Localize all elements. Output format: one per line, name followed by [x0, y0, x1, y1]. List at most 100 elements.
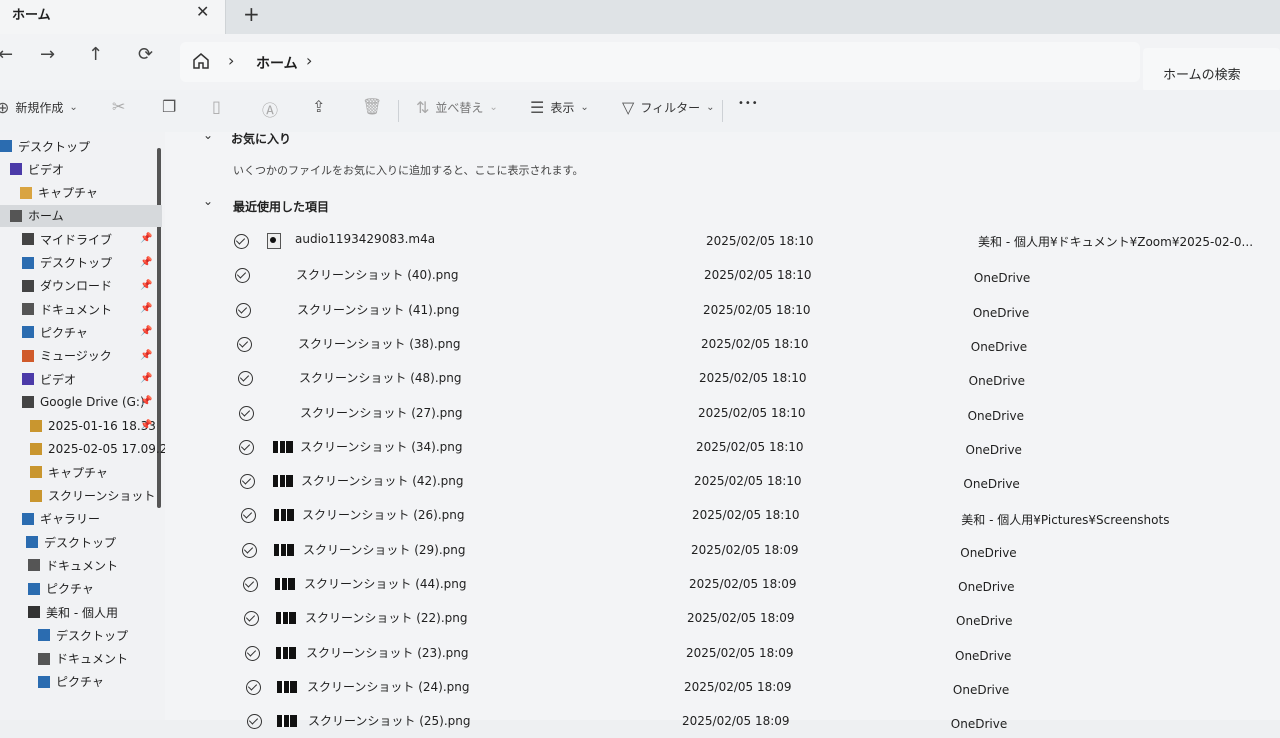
check-circle-icon[interactable]: [241, 508, 256, 524]
check-circle-icon[interactable]: [234, 234, 249, 249]
file-name[interactable]: スクリーンショット (24).png: [307, 678, 470, 695]
favorites-hint: いくつかのファイルをお気に入りに追加すると、ここに表示されます。: [233, 164, 584, 177]
file-name[interactable]: スクリーンショット (26).png: [302, 506, 465, 523]
file-name[interactable]: スクリーンショット (44).png: [304, 575, 467, 592]
paste-icon[interactable]: ▯: [212, 97, 221, 116]
sidebar-item[interactable]: ダウンロード: [22, 275, 112, 297]
file-name[interactable]: スクリーンショット (34).png: [300, 438, 463, 455]
breadcrumb-separator-icon[interactable]: ›: [306, 51, 312, 70]
file-name[interactable]: スクリーンショット (29).png: [303, 541, 466, 558]
sort-button[interactable]: ⇅ 並べ替え ⌄: [416, 98, 498, 117]
sidebar-item[interactable]: キャプチャ: [30, 461, 108, 483]
file-name[interactable]: スクリーンショット (22).png: [305, 609, 468, 626]
recent-file-row[interactable]: audio1193429083.m4a 2025/02/05 18:10 美和 - …: [165, 228, 1280, 258]
check-circle-icon[interactable]: [244, 611, 259, 627]
recent-file-row[interactable]: スクリーンショット (42).png 2025/02/05 18:10 OneDri…: [165, 468, 1280, 498]
share-icon[interactable]: ⇪: [312, 97, 325, 116]
home-icon[interactable]: [192, 52, 210, 70]
check-circle-icon[interactable]: [239, 405, 254, 421]
tab-home[interactable]: ホーム ✕: [0, 0, 226, 34]
address-bar[interactable]: › ホーム ›: [180, 42, 1140, 82]
sidebar-item[interactable]: ホーム: [0, 204, 162, 227]
chevron-down-icon: ⌄: [580, 102, 589, 113]
recent-file-row[interactable]: スクリーンショット (26).png 2025/02/05 18:10 美和 - 個…: [165, 502, 1280, 532]
recent-file-row[interactable]: スクリーンショット (41).png 2025/02/05 18:10 OneDri…: [165, 297, 1280, 327]
file-name[interactable]: スクリーンショット (40).png: [296, 266, 459, 283]
recent-file-row[interactable]: スクリーンショット (29).png 2025/02/05 18:09 OneDri…: [165, 537, 1280, 567]
check-circle-icon[interactable]: [245, 645, 260, 661]
recent-file-row[interactable]: スクリーンショット (40).png 2025/02/05 18:10 OneDri…: [165, 262, 1280, 292]
recent-file-row[interactable]: スクリーンショット (25).png 2025/02/05 18:09 OneDri…: [165, 708, 1280, 738]
forward-arrow-icon[interactable]: →: [40, 44, 55, 65]
file-name[interactable]: audio1193429083.m4a: [295, 232, 435, 246]
sidebar-item[interactable]: デスクトップ: [22, 252, 112, 274]
sidebar-item[interactable]: 美和 - 個人用: [28, 601, 118, 623]
sidebar-item[interactable]: ピクチャ: [38, 671, 104, 693]
check-circle-icon[interactable]: [239, 439, 254, 455]
sidebar-item[interactable]: 2025-02-05 17.09.27: [30, 438, 165, 460]
sidebar-item[interactable]: ギャラリー: [22, 508, 100, 530]
check-circle-icon[interactable]: [242, 542, 257, 558]
sidebar-item-label: マイドライブ: [40, 232, 113, 247]
delete-icon[interactable]: 🗑: [362, 97, 382, 116]
recent-file-row[interactable]: スクリーンショット (24).png 2025/02/05 18:09 OneDri…: [165, 674, 1280, 704]
recent-file-row[interactable]: スクリーンショット (34).png 2025/02/05 18:10 OneDri…: [165, 434, 1280, 464]
check-circle-icon[interactable]: [246, 679, 261, 695]
recent-file-row[interactable]: スクリーンショット (38).png 2025/02/05 18:10 OneDri…: [165, 331, 1280, 361]
check-circle-icon[interactable]: [236, 302, 251, 318]
sidebar-item[interactable]: デスクトップ: [38, 624, 128, 646]
recent-file-row[interactable]: スクリーンショット (27).png 2025/02/05 18:10 OneDri…: [165, 400, 1280, 430]
check-circle-icon[interactable]: [240, 474, 255, 490]
view-button[interactable]: ☰ 表示 ⌄: [530, 98, 589, 117]
refresh-icon[interactable]: ⟳: [138, 44, 153, 65]
back-arrow-icon[interactable]: ←: [0, 44, 13, 65]
sidebar-item[interactable]: ミュージック: [22, 345, 112, 367]
sidebar-item[interactable]: Google Drive (G:): [22, 391, 145, 413]
chevron-down-icon: ⌄: [489, 102, 498, 113]
recent-file-row[interactable]: スクリーンショット (48).png 2025/02/05 18:10 OneDri…: [165, 365, 1280, 395]
more-options-icon[interactable]: •••: [738, 98, 759, 109]
sidebar-item[interactable]: キャプチャ: [20, 182, 98, 204]
recent-file-row[interactable]: スクリーンショット (44).png 2025/02/05 18:09 OneDri…: [165, 571, 1280, 601]
recent-file-row[interactable]: スクリーンショット (22).png 2025/02/05 18:09 OneDri…: [165, 605, 1280, 635]
sidebar-item[interactable]: ビデオ: [10, 158, 64, 180]
new-tab-icon[interactable]: +: [243, 2, 260, 26]
check-circle-icon[interactable]: [247, 714, 262, 730]
file-name[interactable]: スクリーンショット (38).png: [298, 335, 461, 352]
file-name[interactable]: スクリーンショット (27).png: [300, 404, 463, 421]
sidebar-item[interactable]: デスクトップ: [0, 135, 90, 157]
breadcrumb-home[interactable]: ホーム: [256, 53, 298, 73]
sidebar-item[interactable]: ドキュメント: [38, 648, 128, 670]
sidebar-item[interactable]: ビデオ: [22, 368, 76, 390]
sidebar-item[interactable]: ピクチャ: [28, 578, 94, 600]
recent-file-row[interactable]: スクリーンショット (23).png 2025/02/05 18:09 OneDri…: [165, 640, 1280, 670]
sort-label: 並べ替え: [435, 101, 484, 115]
chevron-down-icon[interactable]: ⌄: [203, 128, 213, 142]
check-circle-icon[interactable]: [238, 371, 253, 387]
search-input[interactable]: ホームの検索: [1143, 48, 1280, 92]
sidebar-item[interactable]: ピクチャ: [22, 321, 88, 343]
sidebar-item[interactable]: ドキュメント: [28, 554, 118, 576]
file-name[interactable]: スクリーンショット (25).png: [308, 712, 471, 729]
sort-icon: ⇅: [416, 98, 430, 117]
sidebar-item[interactable]: スクリーンショット: [30, 485, 155, 507]
check-circle-icon[interactable]: [235, 268, 250, 284]
file-name[interactable]: スクリーンショット (23).png: [306, 644, 469, 661]
file-name[interactable]: スクリーンショット (41).png: [297, 301, 460, 318]
file-name[interactable]: スクリーンショット (48).png: [299, 369, 462, 386]
chevron-down-icon[interactable]: ⌄: [203, 194, 213, 208]
check-circle-icon[interactable]: [243, 577, 258, 592]
sidebar-item[interactable]: ドキュメント: [22, 298, 112, 320]
sidebar-item[interactable]: デスクトップ: [26, 531, 116, 553]
sidebar-item[interactable]: マイドライブ: [22, 228, 112, 250]
close-tab-icon[interactable]: ✕: [196, 2, 209, 21]
filter-button[interactable]: ▽ フィルター ⌄: [622, 98, 714, 117]
up-arrow-icon[interactable]: ↑: [88, 44, 103, 65]
new-button[interactable]: ⊕ 新規作成 ⌄: [0, 98, 78, 117]
sidebar-item[interactable]: 2025-01-16 18.33: [30, 415, 156, 437]
rename-icon[interactable]: Ⓐ: [262, 97, 278, 121]
copy-icon[interactable]: ❐: [162, 97, 176, 116]
check-circle-icon[interactable]: [237, 336, 252, 352]
file-name[interactable]: スクリーンショット (42).png: [301, 472, 464, 489]
cut-icon[interactable]: ✂: [112, 97, 125, 116]
